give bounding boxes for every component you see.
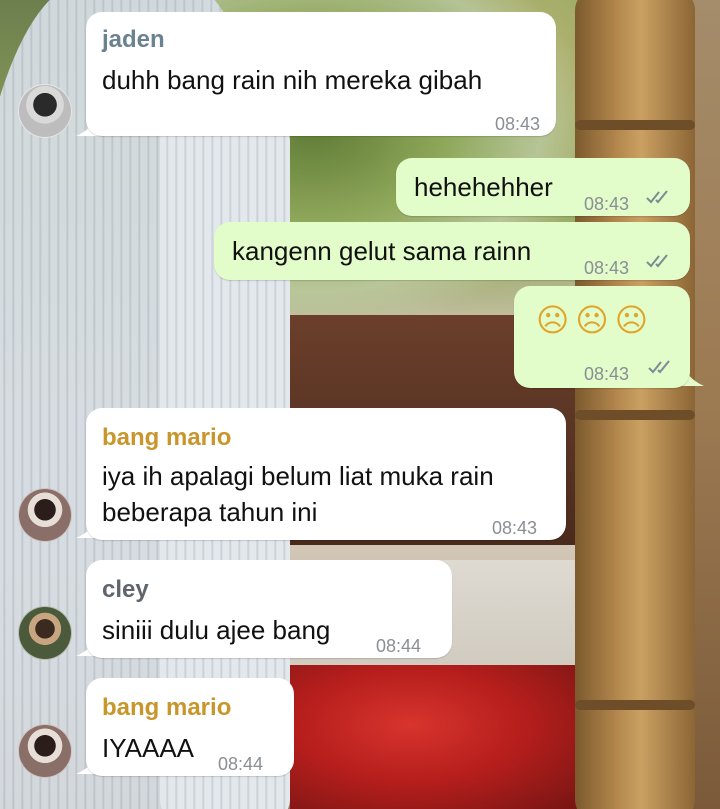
double-check-icon [646, 253, 672, 269]
message-bubble-incoming[interactable]: bang mario IYAAAA 08:44 [86, 678, 294, 776]
message-time: 08:44 [218, 754, 264, 774]
message-time: 08:43 [494, 114, 540, 134]
sender-name[interactable]: cley [102, 572, 149, 608]
message-time: 08:43 [584, 364, 630, 384]
message-text: kangenn gelut sama rainn [232, 236, 532, 266]
message-bubble-outgoing[interactable]: kangenn gelut sama rainn 08:43 [214, 222, 690, 280]
mario-avatar[interactable] [18, 488, 72, 542]
mario-avatar[interactable] [18, 724, 72, 778]
message-time: 08:43 [584, 258, 630, 278]
message-text: hehehehher [414, 172, 553, 202]
message-text-line: beberapa tahun ini [102, 497, 318, 527]
sender-name[interactable]: jaden [102, 22, 165, 58]
cley-avatar[interactable] [18, 606, 72, 660]
message-text: duhh bang rain nih mereka gibah [102, 65, 483, 95]
message-bubble-incoming[interactable]: cley siniii dulu ajee bang 08:44 [86, 560, 452, 658]
message-bubble-outgoing[interactable]: hehehehher 08:43 [396, 158, 690, 216]
message-time: 08:44 [376, 636, 422, 656]
message-text-line: iya ih apalagi belum liat muka rain [102, 461, 494, 491]
jaden-avatar[interactable] [18, 84, 72, 138]
message-bubble-outgoing[interactable]: ☹☹☹ 08:43 [514, 286, 690, 388]
sender-name[interactable]: bang mario [102, 690, 231, 726]
message-time: 08:43 [584, 194, 630, 214]
message-time: 08:43 [492, 518, 538, 538]
chat-message-list[interactable]: jaden duhh bang rain nih mereka gibah 08… [0, 0, 720, 809]
sad-face-emoji: ☹☹☹ [536, 301, 655, 339]
message-text: siniii dulu ajee bang [102, 615, 331, 645]
message-bubble-incoming[interactable]: jaden duhh bang rain nih mereka gibah 08… [86, 12, 556, 136]
message-text: IYAAAA [102, 733, 195, 763]
sender-name[interactable]: bang mario [102, 420, 231, 456]
double-check-icon [648, 359, 674, 375]
double-check-icon [646, 189, 672, 205]
message-bubble-incoming[interactable]: bang mario iya ih apalagi belum liat muk… [86, 408, 566, 540]
